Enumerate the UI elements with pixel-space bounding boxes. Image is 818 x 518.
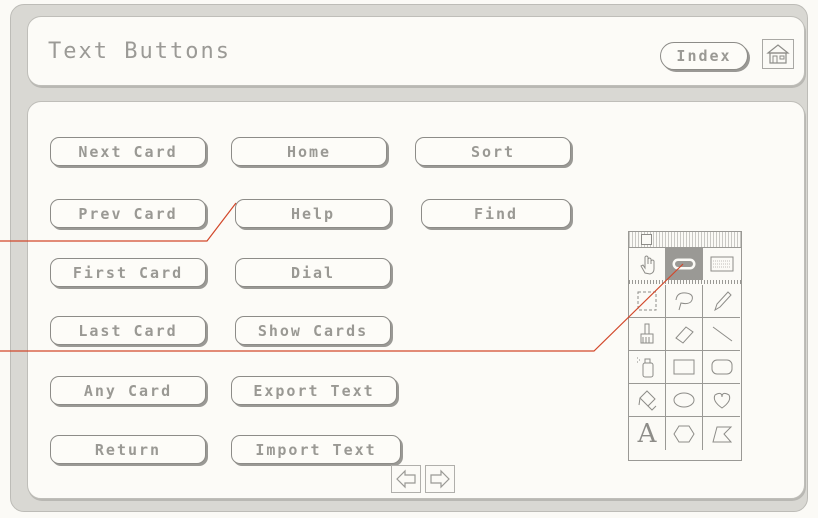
callout-lines	[0, 202, 684, 352]
callout-line-help	[0, 202, 237, 242]
callout-line-button-tool	[0, 263, 684, 352]
